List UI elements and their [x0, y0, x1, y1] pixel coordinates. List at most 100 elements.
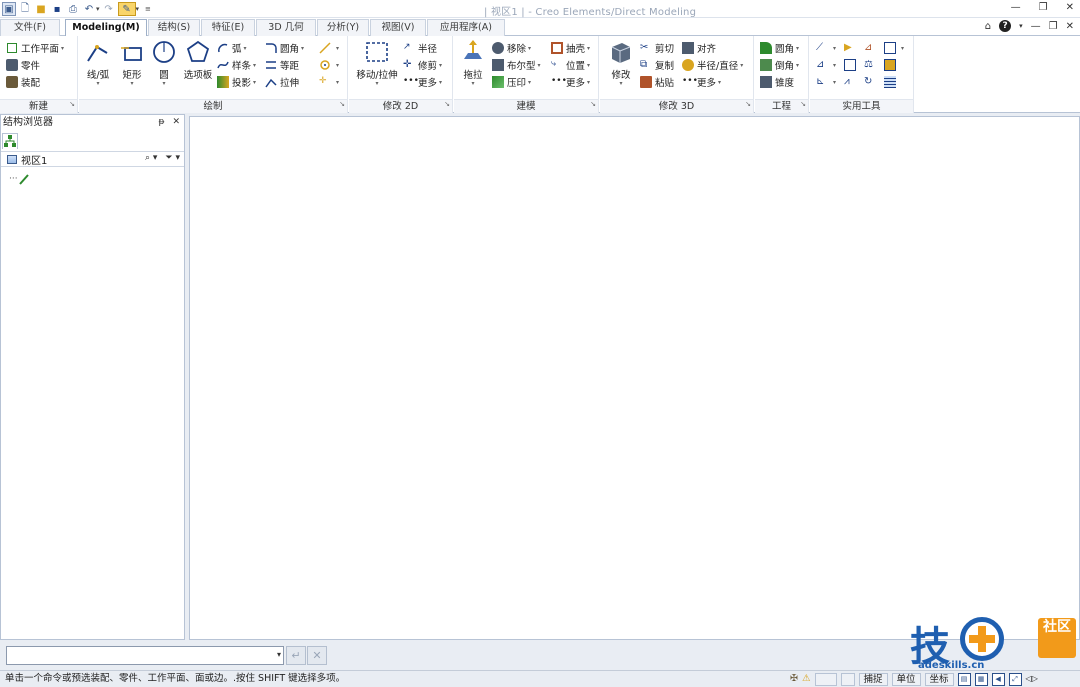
arc-button[interactable]: 弧 ▾: [217, 40, 247, 56]
command-dropdown-icon[interactable]: ▾: [277, 650, 281, 659]
align-button[interactable]: 对齐: [682, 40, 716, 56]
pull-button[interactable]: 拖拉 ▾: [456, 39, 490, 87]
table-tool-button[interactable]: [884, 74, 899, 90]
tab-applications[interactable]: 应用程序(A): [427, 19, 505, 36]
tab-file[interactable]: 文件(F): [0, 19, 60, 36]
point-tool-button[interactable]: ▾: [319, 57, 339, 73]
open-folder-icon[interactable]: ■: [34, 2, 48, 16]
snap-button[interactable]: 捕捉: [858, 672, 888, 686]
dimension-tool-button[interactable]: ⊿ ▾: [816, 57, 836, 73]
construction-button[interactable]: ✛ ▾: [319, 74, 339, 90]
save-icon[interactable]: ▪: [50, 2, 64, 16]
customize-qat-icon[interactable]: ≡: [145, 5, 151, 13]
paste-button[interactable]: 粘贴: [640, 74, 674, 90]
print-icon[interactable]: ▤: [957, 672, 971, 686]
more-2d-button[interactable]: ••• 更多 ▾: [403, 74, 442, 90]
trim-button[interactable]: ✛ 修剪 ▾: [403, 57, 442, 73]
tab-view[interactable]: 视图(V): [370, 19, 426, 36]
app-menu-icon[interactable]: ▣: [2, 2, 16, 16]
check-tool-button[interactable]: ⊾ ▾: [816, 74, 836, 90]
reload-tool-button[interactable]: ↻: [864, 74, 879, 90]
doc-restore-icon[interactable]: ❐: [1049, 21, 1058, 32]
snap-status-icon[interactable]: ✠: [790, 671, 798, 687]
group-modify-3d-launcher-icon[interactable]: ↘: [745, 98, 751, 111]
command-cancel-button[interactable]: ✕: [307, 646, 327, 665]
group-new-launcher-icon[interactable]: ↘: [69, 98, 75, 111]
mass-tool-button[interactable]: ⚖: [864, 57, 879, 73]
pin-icon[interactable]: ᵽ: [158, 115, 164, 130]
expand-icon[interactable]: ◁▷: [1026, 671, 1038, 687]
property-tool-button[interactable]: [844, 57, 859, 73]
radius-diameter-button[interactable]: 半径/直径 ▾: [682, 57, 743, 73]
more-3d-button[interactable]: ••• 更多 ▾: [682, 74, 721, 90]
more-model-button[interactable]: ••• 更多 ▾: [551, 74, 590, 90]
graphics-viewport[interactable]: [189, 116, 1080, 640]
browser-root-row[interactable]: 视区1 ⌕ ▾ ⏷ ▾: [1, 151, 184, 167]
browser-close-icon[interactable]: ✕: [172, 115, 180, 130]
workplane-tree-icon[interactable]: [18, 173, 30, 185]
units-button[interactable]: 单位: [891, 672, 921, 686]
modify-button[interactable]: 修改 ▾: [604, 39, 638, 87]
highlighted-tool-icon[interactable]: ✎: [117, 2, 136, 16]
position-button[interactable]: ⤷ 位置 ▾: [551, 57, 590, 73]
section-tool-button[interactable]: ⊿: [864, 40, 879, 56]
redo-icon[interactable]: ↷: [102, 2, 116, 16]
line-arc-button[interactable]: 线/弧 ▾: [81, 39, 115, 87]
help-dropdown-icon[interactable]: ▾: [1019, 22, 1023, 30]
find-icon[interactable]: ⌕ ▾: [145, 153, 157, 163]
undo-dropdown-icon[interactable]: ▾: [96, 5, 100, 13]
ribbon-collapse-icon[interactable]: ⌂: [985, 21, 991, 32]
chamfer-button[interactable]: 倒角 ▾: [760, 57, 799, 73]
radius-button[interactable]: ↗ 半径: [403, 40, 437, 56]
line-tool-button[interactable]: ▾: [319, 40, 339, 56]
frame-tool-button[interactable]: ▾: [884, 40, 904, 56]
fillet-3d-button[interactable]: 圆角 ▾: [760, 40, 799, 56]
group-draw-launcher-icon[interactable]: ↘: [339, 98, 345, 111]
minimize-icon[interactable]: —: [1011, 2, 1021, 13]
new-file-icon[interactable]: 🗋: [18, 2, 32, 16]
copy-button[interactable]: ⧉ 复制: [640, 57, 674, 73]
clash-tool-button[interactable]: ⩘: [844, 74, 859, 90]
image-tool-button[interactable]: [884, 57, 899, 73]
group-model-launcher-icon[interactable]: ↘: [590, 98, 596, 111]
projection-button[interactable]: 投影 ▾: [217, 74, 256, 90]
warning-icon[interactable]: ⚠: [802, 671, 811, 687]
shell-button[interactable]: 抽壳 ▾: [551, 40, 590, 56]
imprint-button[interactable]: 压印 ▾: [492, 74, 531, 90]
measure-tool-button[interactable]: ⟋ ▾: [816, 40, 836, 56]
prev-icon[interactable]: ◀: [991, 672, 1005, 686]
doc-close-icon[interactable]: ✕: [1066, 21, 1074, 32]
tool-dropdown-icon[interactable]: ▾: [136, 5, 140, 13]
cut-button[interactable]: ✂ 剪切: [640, 40, 674, 56]
doc-minimize-icon[interactable]: —: [1031, 21, 1041, 32]
command-input[interactable]: ▾: [6, 646, 284, 665]
tab-feature[interactable]: 特征(E): [201, 19, 255, 36]
undo-icon[interactable]: ↶: [82, 2, 96, 16]
tab-structure[interactable]: 结构(S): [148, 19, 200, 36]
fit-icon[interactable]: ⤢: [1008, 672, 1022, 686]
offset-button[interactable]: 等距: [265, 57, 299, 73]
restore-icon[interactable]: ❐: [1039, 2, 1048, 13]
save-view-icon[interactable]: ▦: [974, 672, 988, 686]
tab-analysis[interactable]: 分析(Y): [317, 19, 369, 36]
help-icon[interactable]: ?: [999, 20, 1012, 32]
remove-button[interactable]: 移除 ▾: [492, 40, 531, 56]
part-button[interactable]: 零件: [6, 57, 40, 73]
tab-modeling[interactable]: Modeling(M): [65, 19, 147, 37]
tree-view-tab[interactable]: [2, 133, 18, 149]
assembly-button[interactable]: 装配: [6, 74, 40, 90]
move-stretch-button[interactable]: 移动/拉伸 ▾: [353, 39, 401, 87]
boolean-button[interactable]: 布尔型 ▾: [492, 57, 541, 73]
print-preview-icon[interactable]: ⎙: [66, 2, 80, 16]
command-enter-button[interactable]: ↵: [286, 646, 306, 665]
select-tool-button[interactable]: ▶: [844, 40, 859, 56]
spline-button[interactable]: 样条 ▾: [217, 57, 256, 73]
filter-icon[interactable]: ⏷ ▾: [165, 153, 180, 163]
stretch-button[interactable]: 拉伸: [265, 74, 299, 90]
rectangle-button[interactable]: 矩形 ▾: [115, 39, 149, 87]
close-icon[interactable]: ✕: [1066, 2, 1074, 13]
palette-button[interactable]: 选项板: [181, 39, 215, 81]
taper-button[interactable]: 锥度: [760, 74, 794, 90]
fillet-2d-button[interactable]: 圆角 ▾: [265, 40, 304, 56]
workplane-button[interactable]: 工作平面 ▾: [6, 40, 64, 56]
